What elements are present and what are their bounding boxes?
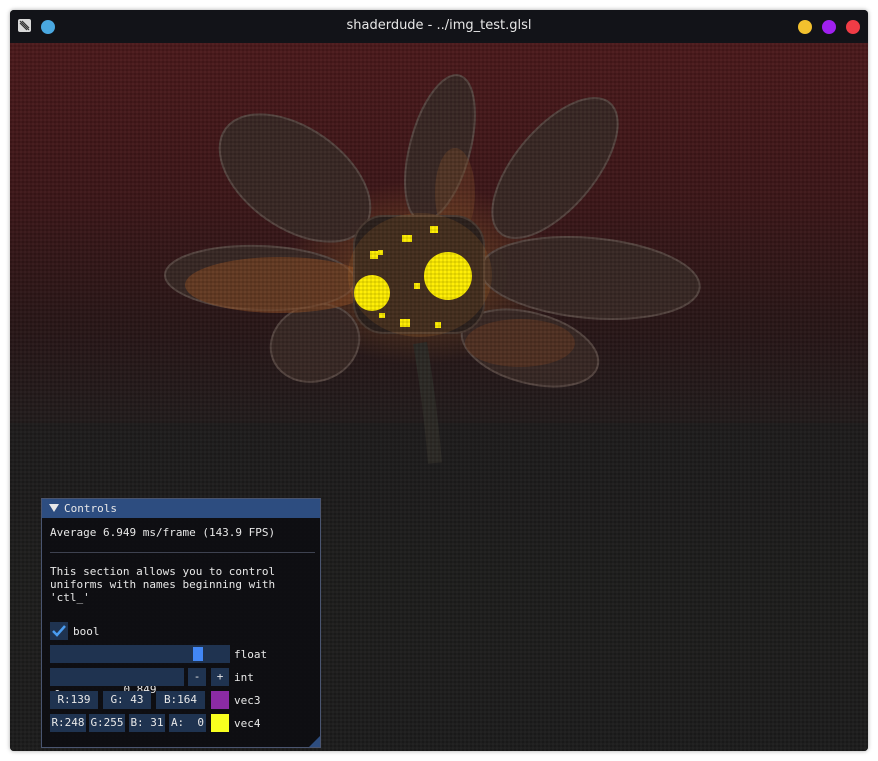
window-title: shaderdude - ../img_test.glsl	[346, 18, 532, 33]
title-bar[interactable]: shaderdude - ../img_test.glsl	[10, 10, 868, 43]
minimize-button[interactable]	[798, 20, 812, 34]
close-button[interactable]	[846, 20, 860, 34]
vec4-color-swatch[interactable]	[211, 714, 229, 732]
int-input[interactable]: 0	[50, 668, 184, 701]
controls-description: This section allows you to control unifo…	[50, 565, 276, 604]
vec3-color-swatch[interactable]	[211, 691, 229, 709]
vec3-label: vec3	[234, 694, 261, 707]
controls-panel: Controls Average 6.949 ms/frame (143.9 F…	[41, 498, 321, 748]
vec3-g-field[interactable]: G: 43	[103, 691, 151, 709]
maximize-button[interactable]	[822, 20, 836, 34]
vec4-g-field[interactable]: G:255	[89, 714, 125, 732]
int-increment-button[interactable]: +	[211, 668, 229, 686]
checkmark-icon	[52, 625, 66, 637]
controls-header[interactable]: Controls	[42, 499, 320, 518]
vec4-a-field[interactable]: A: 0	[169, 714, 206, 732]
separator	[50, 552, 315, 553]
vec3-r-field[interactable]: R:139	[50, 691, 98, 709]
vec4-r-field[interactable]: R:248	[50, 714, 86, 732]
resize-grip[interactable]	[309, 736, 320, 747]
vec4-b-field[interactable]: B: 31	[129, 714, 165, 732]
float-label: float	[234, 648, 268, 661]
int-label: int	[234, 671, 254, 684]
collapse-arrow-icon[interactable]	[49, 503, 59, 513]
bool-label: bool	[73, 625, 100, 638]
shader-viewport[interactable]: Controls Average 6.949 ms/frame (143.9 F…	[10, 43, 868, 751]
frame-stats: Average 6.949 ms/frame (143.9 FPS)	[50, 526, 276, 539]
float-slider[interactable]: 0.849	[50, 645, 230, 696]
bool-checkbox[interactable]	[50, 622, 68, 640]
int-decrement-button[interactable]: -	[188, 668, 206, 686]
slider-grab[interactable]	[192, 647, 203, 661]
vec4-label: vec4	[234, 717, 261, 730]
app-window: shaderdude - ../img_test.glsl Controls A…	[10, 10, 868, 751]
controls-title: Controls	[64, 502, 117, 515]
vec3-b-field[interactable]: B:164	[156, 691, 205, 709]
